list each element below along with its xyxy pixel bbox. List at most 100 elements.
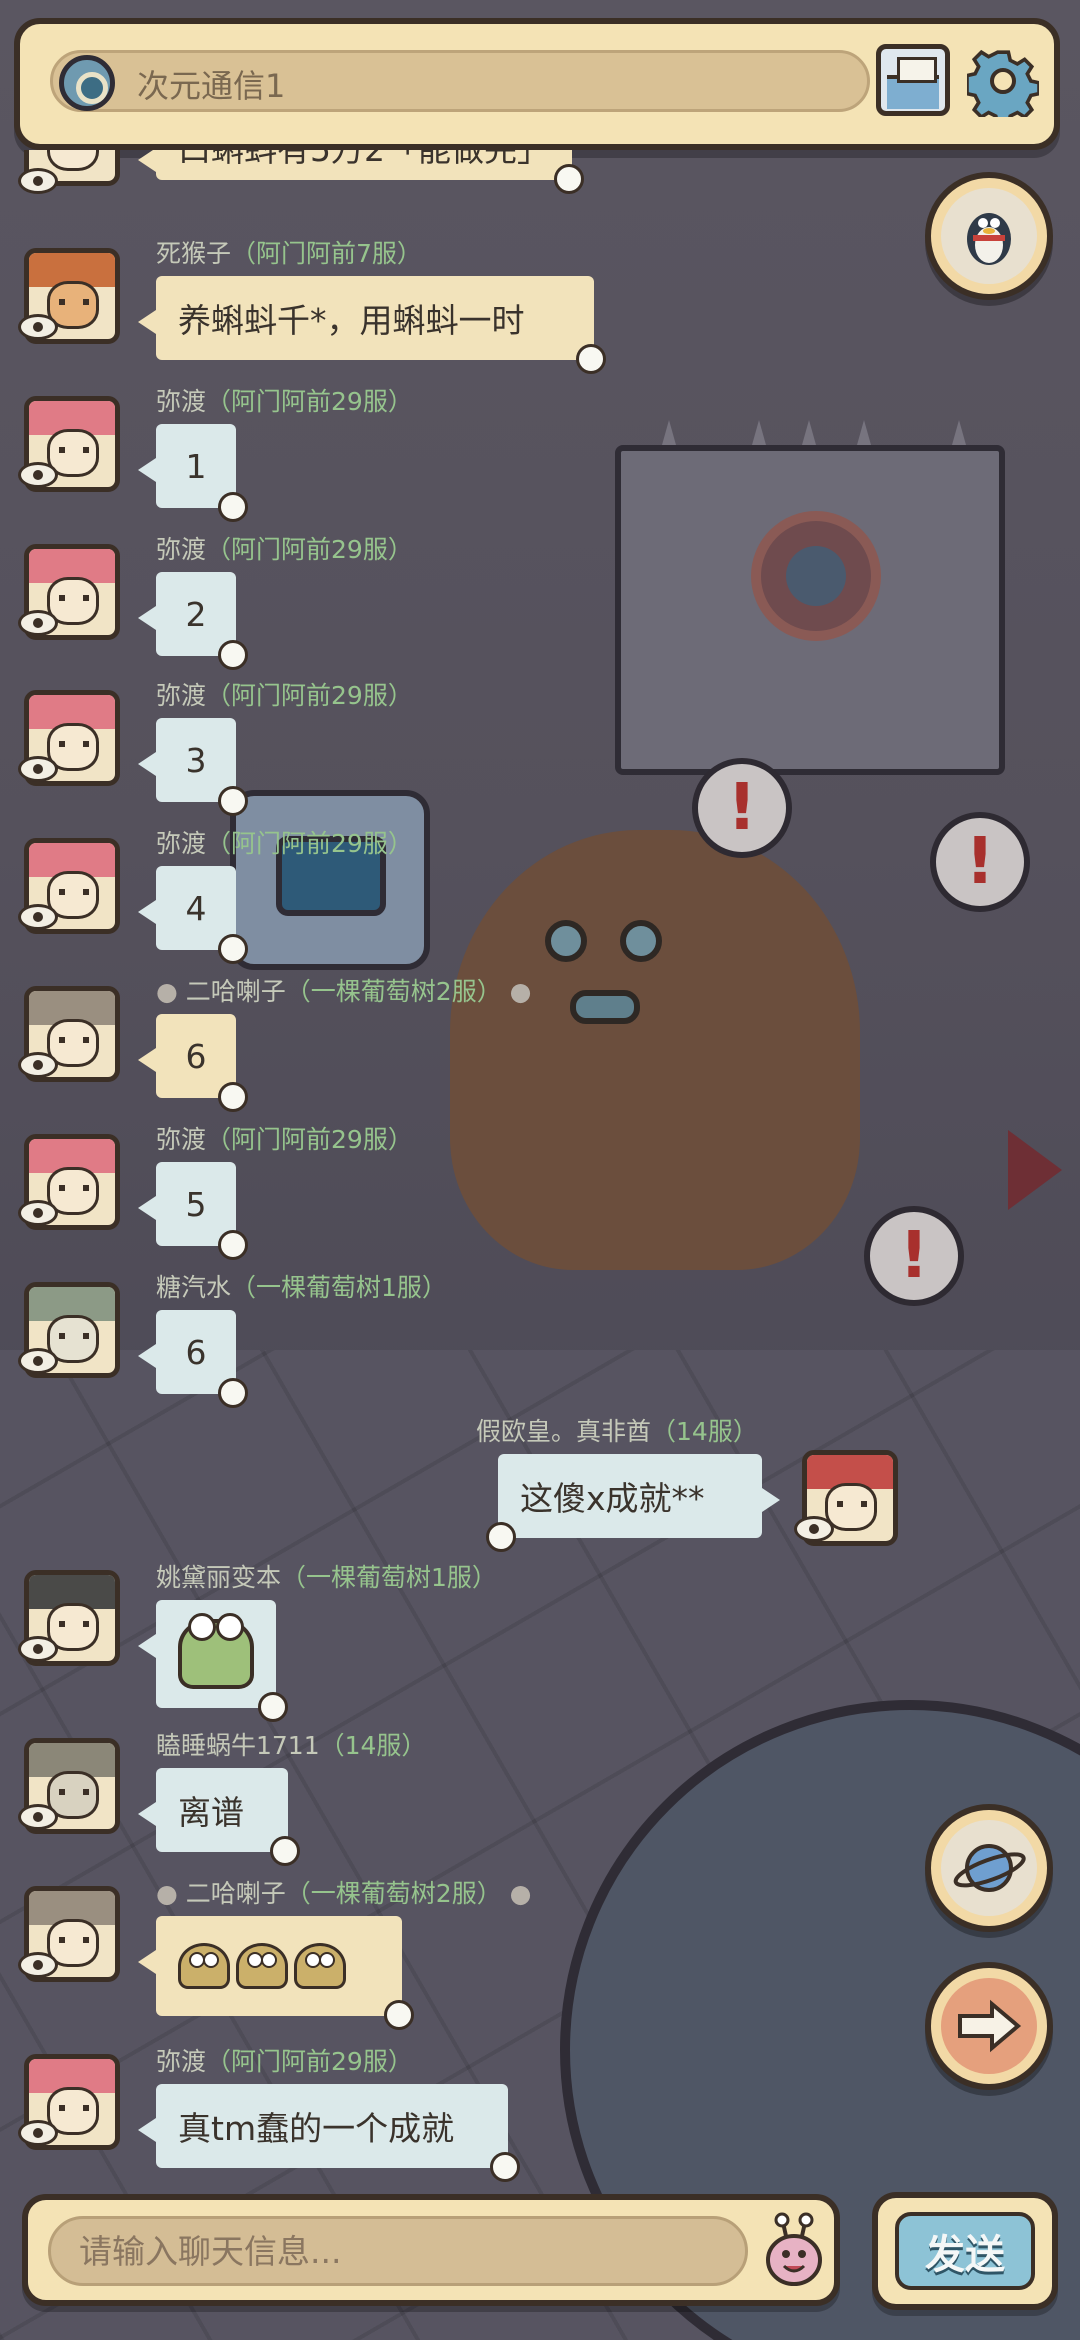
username[interactable]: 弥渡（阿门阿前29服）: [156, 824, 413, 860]
username[interactable]: 瞌睡蜗牛1711（14服）: [156, 1726, 426, 1762]
user-name: 弥渡: [156, 2047, 207, 2076]
message-bubble: 这傻x成就**: [486, 1454, 780, 1552]
view-profile-eye-icon[interactable]: [18, 1052, 58, 1078]
gear-icon[interactable]: [962, 40, 1044, 122]
message-bubble: 6: [138, 1014, 248, 1112]
message-text: 6: [185, 1332, 207, 1372]
user-name: 弥渡: [156, 681, 207, 710]
view-profile-eye-icon[interactable]: [18, 1636, 58, 1662]
message-text: 离谱: [178, 1793, 244, 1832]
message-bubble: 1: [138, 424, 248, 522]
username[interactable]: ● 二哈喇子（一棵葡萄树2服） ●: [156, 972, 531, 1008]
user-name: 糖汽水: [156, 1273, 232, 1302]
message-text: 真tm蠢的一个成就: [178, 2109, 455, 2148]
message-bubble: 2: [138, 572, 248, 670]
user-name: 死猴子: [156, 239, 232, 268]
message-bubble: 5: [138, 1162, 248, 1260]
view-profile-eye-icon[interactable]: [18, 756, 58, 782]
server-name: （一棵葡萄树2服）: [285, 1879, 502, 1908]
user-name: 瞌睡蜗牛1711: [156, 1731, 320, 1760]
server-name: （一棵葡萄树1服）: [281, 1563, 497, 1592]
server-name: （阿门阿前29服）: [206, 1125, 413, 1154]
penguin-badge-icon: ●: [501, 1879, 532, 1908]
penguin-badge-icon: ●: [156, 977, 186, 1006]
bubble-tail-icon: [270, 1836, 300, 1866]
message-text: 口蝌蚪有5万2「能做完」: [178, 150, 550, 171]
user-name: 弥渡: [156, 829, 207, 858]
server-name: （阿门阿前29服）: [206, 2047, 413, 2076]
user-name: 弥渡: [156, 1125, 207, 1154]
username[interactable]: 糖汽水（一棵葡萄树1服）: [156, 1268, 447, 1304]
message-text: 2: [185, 594, 207, 634]
server-name: （阿门阿前29服）: [206, 681, 413, 710]
bug-eyes-sticker-icon: [178, 1943, 230, 1989]
bug-eyes-sticker-icon: [294, 1943, 346, 1989]
message-bubble: 真tm蠢的一个成就: [138, 2084, 520, 2182]
message-bubble: 离谱: [138, 1768, 300, 1866]
channel-selector[interactable]: 次元通信1: [50, 50, 870, 112]
bubble-tail-icon: [490, 2152, 520, 2182]
penguin-badge-icon: ●: [501, 977, 532, 1006]
server-name: （一棵葡萄树1服）: [231, 1273, 447, 1302]
server-name: （14服）: [319, 1731, 427, 1760]
channel-switch-icon[interactable]: [59, 55, 115, 111]
view-profile-eye-icon[interactable]: [18, 1804, 58, 1830]
bubble-tail-icon: [576, 344, 606, 374]
bubble-tail-icon: [218, 640, 248, 670]
user-name: 弥渡: [156, 535, 207, 564]
bubble-tail-icon: [218, 492, 248, 522]
username[interactable]: 弥渡（阿门阿前29服）: [156, 2042, 413, 2078]
view-profile-eye-icon[interactable]: [18, 1952, 58, 1978]
view-profile-eye-icon[interactable]: [18, 610, 58, 636]
view-profile-eye-icon[interactable]: [18, 904, 58, 930]
server-name: （阿门阿前29服）: [206, 829, 413, 858]
bubble-tail-icon: [218, 1082, 248, 1112]
message-text: 4: [185, 888, 207, 928]
bubble-tail-icon: [258, 1692, 288, 1722]
server-name: （阿门阿前29服）: [206, 387, 413, 416]
message-bubble: 4: [138, 866, 248, 964]
message-text: 1: [185, 446, 207, 486]
chat-message-input[interactable]: [48, 2216, 748, 2286]
view-profile-eye-icon[interactable]: [18, 1200, 58, 1226]
message-text: 养蝌蚪千*，用蝌蚪一时: [178, 301, 525, 340]
user-name: 二哈喇子: [185, 977, 286, 1006]
bubble-tail-icon: [384, 2000, 414, 2030]
server-name: （阿门阿前29服）: [206, 535, 413, 564]
send-button-label: 发送: [895, 2212, 1035, 2290]
user-name: 姚黛丽变本: [156, 1563, 282, 1592]
username[interactable]: 弥渡（阿门阿前29服）: [156, 1120, 413, 1156]
username[interactable]: 弥渡（阿门阿前29服）: [156, 382, 413, 418]
send-button[interactable]: 发送: [872, 2192, 1058, 2310]
message-bubble: 养蝌蚪千*，用蝌蚪一时: [138, 276, 606, 374]
username[interactable]: ● 二哈喇子（一棵葡萄树2服） ●: [156, 1874, 531, 1910]
view-profile-eye-icon[interactable]: [794, 1516, 834, 1542]
server-name: （14服）: [651, 1417, 758, 1446]
chat-input-bar: [22, 2194, 840, 2306]
message-bubble: [138, 1916, 414, 2030]
snail-face-icon[interactable]: [758, 2210, 830, 2290]
username[interactable]: 姚黛丽变本（一棵葡萄树1服）: [156, 1558, 497, 1594]
view-profile-eye-icon[interactable]: [18, 462, 58, 488]
bubble-tail-icon: [218, 1230, 248, 1260]
username[interactable]: 弥渡（阿门阿前29服）: [156, 530, 413, 566]
chat-header: 次元通信1: [14, 18, 1060, 150]
bubble-tail-icon: [486, 1522, 516, 1552]
username[interactable]: 死猴子（阿门阿前7服）: [156, 234, 422, 270]
view-profile-eye-icon[interactable]: [18, 1348, 58, 1374]
bubble-tail-icon: [218, 786, 248, 816]
message-bubble: [138, 1600, 288, 1722]
message-text: 这傻x成就**: [520, 1479, 705, 1518]
view-profile-eye-icon[interactable]: [18, 2120, 58, 2146]
view-profile-eye-icon[interactable]: [18, 168, 58, 194]
view-profile-eye-icon[interactable]: [18, 314, 58, 340]
user-name: 假欧皇。真非酋: [476, 1417, 652, 1446]
envelope-icon[interactable]: [876, 44, 950, 116]
user-name: 弥渡: [156, 387, 207, 416]
chat-message-list[interactable]: 口蝌蚪有5万2「能做完」 死猴子（阿门阿前7服） 养蝌蚪千*，用蝌蚪一时 弥渡（…: [0, 150, 1080, 2190]
username[interactable]: 弥渡（阿门阿前29服）: [156, 676, 413, 712]
message-bubble: 3: [138, 718, 248, 816]
message-text: 5: [185, 1184, 207, 1224]
username[interactable]: 假欧皇。真非酋（14服）: [476, 1412, 758, 1448]
frog-sticker-icon: [178, 1613, 254, 1689]
